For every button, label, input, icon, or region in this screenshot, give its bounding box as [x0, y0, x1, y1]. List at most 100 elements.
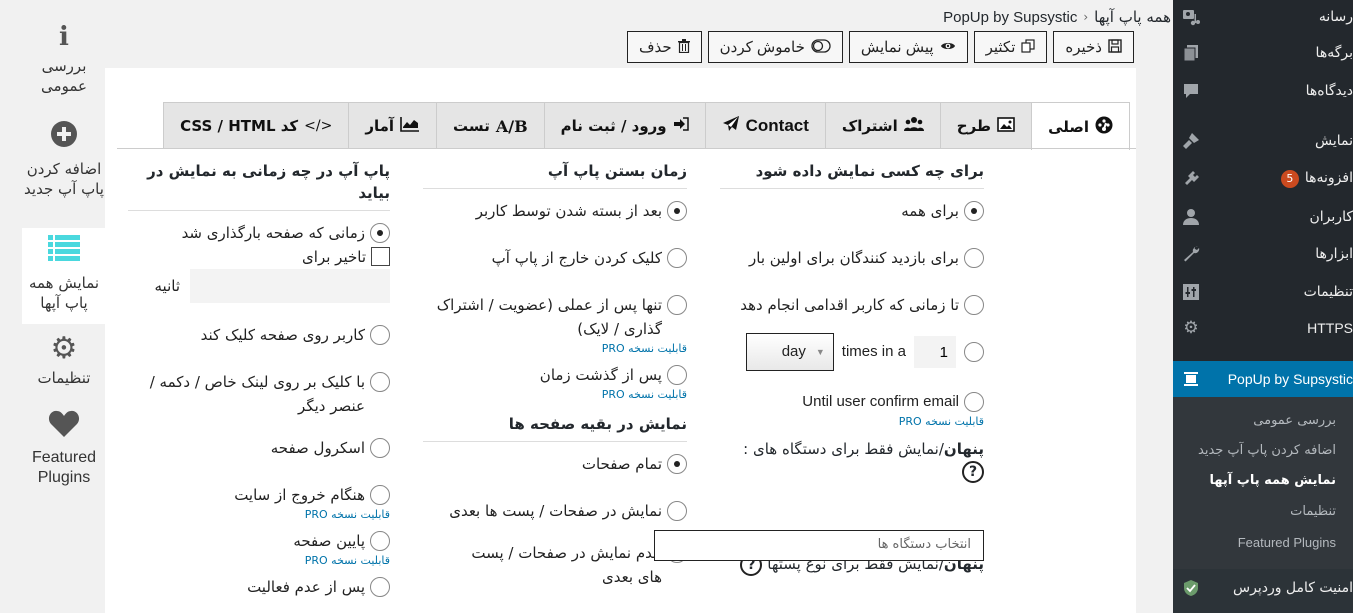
- radio-show-next[interactable]: [667, 501, 687, 521]
- when-option-click-page[interactable]: کاربر روی صفحه کلیک کند: [128, 323, 390, 347]
- radio-close-user[interactable]: [667, 201, 687, 221]
- pro-badge[interactable]: قابلیت نسخه PRO: [720, 414, 984, 430]
- when-option-scroll[interactable]: اسکرول صفحه: [128, 436, 390, 460]
- tab-login-register[interactable]: ورود / ثبت نام: [543, 102, 706, 149]
- plugin-nav-all-popups[interactable]: نمایش همه پاپ آپها: [22, 228, 106, 324]
- sign-in-icon: [673, 117, 689, 135]
- pro-badge[interactable]: قابلیت نسخه PRO: [423, 387, 687, 403]
- admin-menu-pages[interactable]: برگه‌ها: [1173, 36, 1353, 70]
- radio-inactivity[interactable]: [370, 577, 390, 597]
- radio-confirm-email[interactable]: [964, 392, 984, 412]
- breadcrumb-current: PopUp by Supsystic: [943, 8, 1078, 26]
- media-icon: [1173, 8, 1209, 26]
- submenu-overview[interactable]: بررسی عمومی: [1253, 413, 1336, 428]
- when-option-page-load[interactable]: زمانی که صفحه بارگذاری شد: [128, 221, 390, 245]
- devices-select[interactable]: انتخاب دستگاه ها: [654, 530, 984, 561]
- pages-title: نمایش در بقیه صفحه ها: [423, 413, 687, 442]
- plugin-update-badge: 5: [1280, 170, 1299, 188]
- tab-contact[interactable]: Contact: [704, 102, 826, 149]
- radio-until-action[interactable]: [964, 295, 984, 315]
- tab-ab-test[interactable]: A/B تست: [436, 102, 545, 149]
- preview-button[interactable]: پیش نمایش: [848, 31, 968, 63]
- tab-main[interactable]: اصلی: [1031, 102, 1130, 150]
- pro-badge[interactable]: قابلیت نسخه PRO: [128, 553, 390, 569]
- radio-after-action[interactable]: [667, 295, 687, 315]
- help-icon[interactable]: ?: [962, 461, 984, 483]
- settings-icon: [1173, 283, 1209, 301]
- admin-menu-https[interactable]: ⚙ HTTPS: [1173, 311, 1353, 345]
- close-option-click-outside[interactable]: کلیک کردن خارج از پاپ آپ: [423, 246, 687, 270]
- admin-menu-plugins[interactable]: افزونه‌ها 5: [1173, 162, 1353, 196]
- submenu-featured-plugins[interactable]: Featured Plugins: [1238, 535, 1336, 550]
- close-option-after-action[interactable]: تنها پس از عملی (عضویت / اشتراک گذاری / …: [423, 293, 687, 341]
- close-option-user[interactable]: بعد از بسته شدن توسط کاربر: [423, 199, 687, 223]
- when-option-bottom[interactable]: پایین صفحه: [128, 529, 390, 553]
- delay-option[interactable]: تاخیر برای: [128, 245, 390, 269]
- radio-all[interactable]: [964, 201, 984, 221]
- radio-bottom[interactable]: [370, 531, 390, 551]
- admin-menu-media[interactable]: رسانه: [1173, 0, 1353, 34]
- close-option-after-time[interactable]: پس از گذشت زمان: [423, 363, 687, 387]
- duplicate-button[interactable]: تکثیر: [973, 31, 1048, 63]
- when-option-click-link[interactable]: با کلیک بر روی لینک خاص / دکمه / عنصر دی…: [128, 370, 390, 418]
- who-option-confirm-email[interactable]: Until user confirm email: [720, 390, 984, 414]
- radio-after-time[interactable]: [667, 365, 687, 385]
- submenu-all-popups[interactable]: نمایش همه پاپ آپها: [1209, 473, 1336, 488]
- pro-badge[interactable]: قابلیت نسخه PRO: [423, 341, 687, 357]
- radio-click-page[interactable]: [370, 325, 390, 345]
- submenu-add-new[interactable]: اضافه کردن پاپ آپ جدید: [1198, 443, 1336, 458]
- floppy-icon: [1108, 38, 1122, 56]
- list-icon: [22, 234, 106, 269]
- radio-page-load[interactable]: [370, 223, 390, 243]
- radio-scroll[interactable]: [370, 438, 390, 458]
- who-option-all[interactable]: برای همه: [720, 199, 984, 223]
- admin-menu-popup[interactable]: PopUp by Supsystic: [1165, 361, 1353, 397]
- admin-menu-settings[interactable]: تنظیمات: [1173, 275, 1353, 309]
- admin-menu-appearance[interactable]: نمایش: [1173, 124, 1353, 158]
- admin-menu-tools[interactable]: ابزارها: [1173, 237, 1353, 271]
- radio-all-pages[interactable]: [667, 454, 687, 474]
- admin-menu-security[interactable]: امنیت کامل وردپرس: [1173, 569, 1353, 613]
- who-option-times[interactable]: times in a day ▼: [720, 333, 984, 371]
- code-icon: </>: [304, 118, 333, 134]
- delay-checkbox[interactable]: [371, 247, 390, 266]
- pages-option-hide-next[interactable]: عدم نمایش در صفحات / پست های بعدی: [423, 541, 687, 589]
- admin-menu-comments[interactable]: دیدگاه‌ها: [1173, 74, 1353, 108]
- radio-click-outside[interactable]: [667, 248, 687, 268]
- radio-times[interactable]: [964, 342, 984, 362]
- tab-design[interactable]: طرح: [939, 102, 1033, 149]
- breadcrumb: همه پاپ آپها ‹ PopUp by Supsystic: [943, 8, 1171, 26]
- period-select[interactable]: day ▼: [745, 333, 834, 371]
- pages-option-show-next[interactable]: نمایش در صفحات / پست ها بعدی: [423, 499, 687, 523]
- who-option-first-time[interactable]: برای بازدید کنندگان برای اولین بار: [720, 246, 984, 270]
- admin-menu-users[interactable]: کاربران: [1173, 200, 1353, 234]
- when-option-inactivity[interactable]: پس از عدم فعالیت: [128, 575, 390, 599]
- radio-click-link[interactable]: [370, 372, 390, 392]
- tab-subscribe[interactable]: اشتراک: [824, 102, 941, 149]
- info-icon: i: [59, 22, 69, 52]
- pro-badge[interactable]: قابلیت نسخه PRO: [128, 507, 390, 523]
- when-option-exit[interactable]: هنگام خروج از سایت: [128, 483, 390, 507]
- ab-prefix: A/B: [495, 116, 528, 136]
- radio-exit[interactable]: [370, 485, 390, 505]
- tab-css-html[interactable]: </> کد CSS / HTML: [163, 102, 350, 149]
- plugin-nav-featured-plugins[interactable]: Featured Plugins: [22, 410, 106, 488]
- breadcrumb-root[interactable]: همه پاپ آپها: [1094, 8, 1171, 26]
- comments-icon: [1173, 82, 1209, 100]
- plugin-nav-add-new[interactable]: اضافه کردن پاپ آپ جدید: [22, 120, 106, 199]
- delete-button[interactable]: حذف: [626, 31, 702, 63]
- disable-button[interactable]: خاموش کردن: [707, 31, 843, 63]
- delay-seconds-input[interactable]: [190, 269, 390, 303]
- tab-statistics[interactable]: آمار: [348, 102, 438, 149]
- who-option-until-action[interactable]: تا زمانی که کاربر اقدامی انجام دهد: [720, 293, 984, 317]
- save-button[interactable]: ذخیره: [1053, 31, 1134, 63]
- times-text: times in a: [841, 343, 906, 360]
- plugin-nav-settings[interactable]: ⚙ تنظیمات: [22, 334, 106, 388]
- submenu-settings[interactable]: تنظیمات: [1290, 504, 1336, 519]
- plugin-nav-overview[interactable]: i بررسی عمومی: [22, 22, 106, 96]
- pages-option-all[interactable]: تمام صفحات: [423, 452, 687, 476]
- radio-first-time[interactable]: [964, 248, 984, 268]
- who-column: برای چه کسی نمایش داده شود برای همه برای…: [720, 160, 984, 576]
- times-count-input[interactable]: [914, 336, 956, 368]
- gear-icon: ⚙: [50, 331, 78, 366]
